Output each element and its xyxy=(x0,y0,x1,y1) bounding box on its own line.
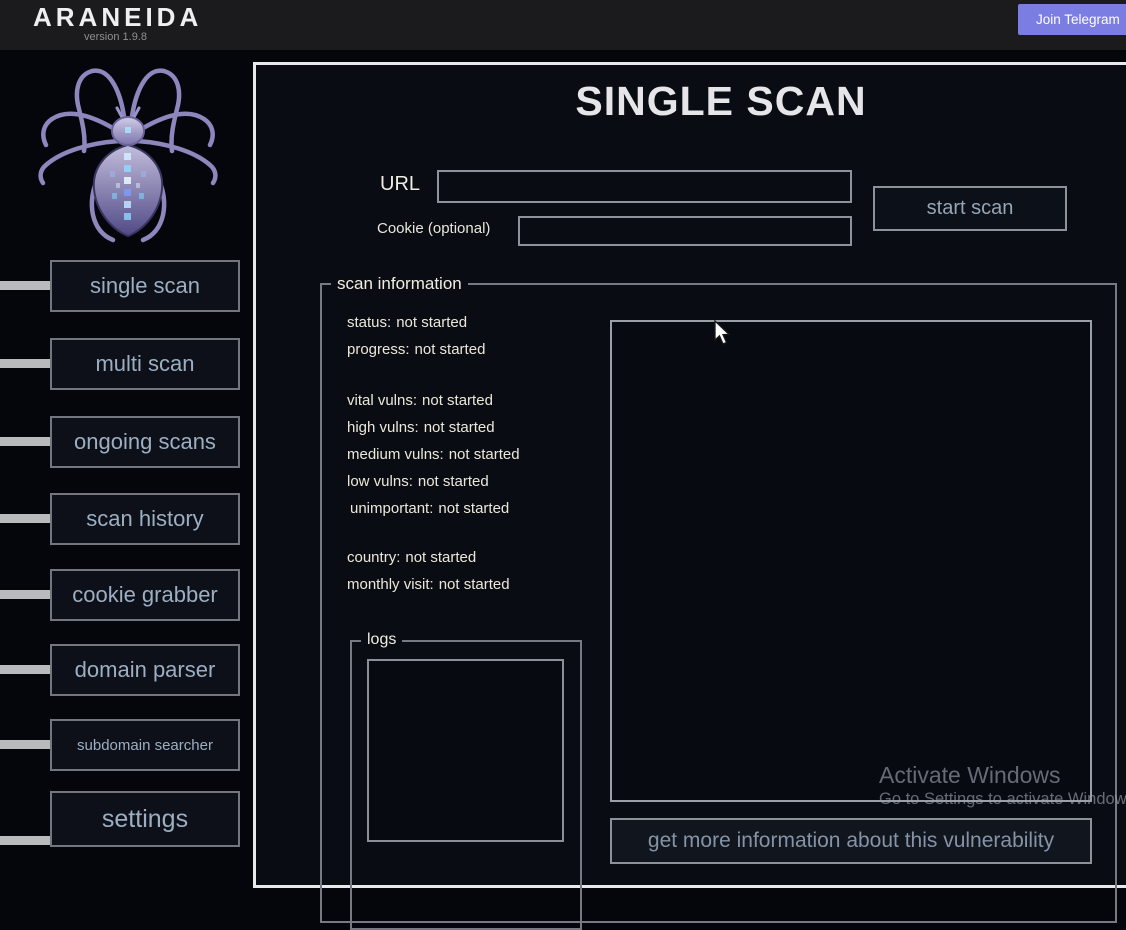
join-telegram-button[interactable]: Join Telegram xyxy=(1018,4,1126,35)
high-vulns-value: not started xyxy=(424,419,495,436)
unimportant-row: unimportant:not started xyxy=(347,495,520,522)
medium-vulns-value: not started xyxy=(449,446,520,463)
medium-vulns-row: medium vulns:not started xyxy=(347,441,520,468)
page-title: SINGLE SCAN xyxy=(256,78,1126,125)
app-header: ARANEIDA version 1.9.8 Join Telegram xyxy=(0,0,1126,50)
app-title: ARANEIDA xyxy=(33,3,198,31)
high-vulns-row: high vulns:not started xyxy=(347,414,520,441)
logs-groupbox: logs xyxy=(350,640,582,930)
sidebar-item-multi-scan[interactable]: multi scan xyxy=(50,338,240,390)
sidebar-item-scan-history[interactable]: scan history xyxy=(50,493,240,545)
more-info-button[interactable]: get more information about this vulnerab… xyxy=(610,818,1092,864)
scan-information-groupbox: scan information status:not started prog… xyxy=(320,283,1117,923)
sidebar-connector xyxy=(0,590,50,599)
logs-textarea[interactable] xyxy=(367,659,564,842)
status-row: status:not started xyxy=(347,309,485,336)
sidebar-connector xyxy=(0,437,50,446)
site-info-group: country:not started monthly visit:not st… xyxy=(347,544,510,598)
vulnerability-listbox[interactable] xyxy=(610,320,1092,802)
scan-information-legend: scan information xyxy=(331,274,468,294)
sidebar-item-single-scan[interactable]: single scan xyxy=(50,260,240,312)
logs-legend: logs xyxy=(361,631,402,649)
sidebar-item-domain-parser[interactable]: domain parser xyxy=(50,644,240,696)
url-input[interactable] xyxy=(437,170,852,203)
cookie-input[interactable] xyxy=(518,216,852,246)
scan-status-group: status:not started progress:not started xyxy=(347,309,485,363)
monthly-visit-value: not started xyxy=(439,576,510,593)
country-value: not started xyxy=(405,549,476,566)
sidebar-item-settings[interactable]: settings xyxy=(50,791,240,847)
app-brand: ARANEIDA version 1.9.8 xyxy=(33,3,198,43)
sidebar-connector xyxy=(0,836,50,845)
vital-vulns-value: not started xyxy=(422,392,493,409)
country-row: country:not started xyxy=(347,544,510,571)
spider-logo xyxy=(28,56,228,252)
sidebar-item-subdomain-searcher[interactable]: subdomain searcher xyxy=(50,719,240,771)
progress-row: progress:not started xyxy=(347,336,485,363)
progress-value: not started xyxy=(415,341,486,358)
vital-vulns-row: vital vulns:not started xyxy=(347,387,520,414)
start-scan-button[interactable]: start scan xyxy=(873,186,1067,231)
unimportant-value: not started xyxy=(438,500,509,517)
vulns-group: vital vulns:not started high vulns:not s… xyxy=(347,387,520,522)
low-vulns-row: low vulns:not started xyxy=(347,468,520,495)
status-value: not started xyxy=(396,314,467,331)
sidebar-connector xyxy=(0,359,50,368)
app-version: version 1.9.8 xyxy=(33,31,198,43)
single-scan-panel: SINGLE SCAN URL Cookie (optional) start … xyxy=(253,62,1126,888)
url-label: URL xyxy=(380,173,420,196)
sidebar-connector xyxy=(0,740,50,749)
monthly-visit-row: monthly visit:not started xyxy=(347,571,510,598)
sidebar-item-cookie-grabber[interactable]: cookie grabber xyxy=(50,569,240,621)
sidebar-connector xyxy=(0,665,50,674)
cookie-label: Cookie (optional) xyxy=(377,220,490,237)
low-vulns-value: not started xyxy=(418,473,489,490)
sidebar-connector xyxy=(0,281,50,290)
sidebar-connector xyxy=(0,514,50,523)
sidebar-item-ongoing-scans[interactable]: ongoing scans xyxy=(50,416,240,468)
